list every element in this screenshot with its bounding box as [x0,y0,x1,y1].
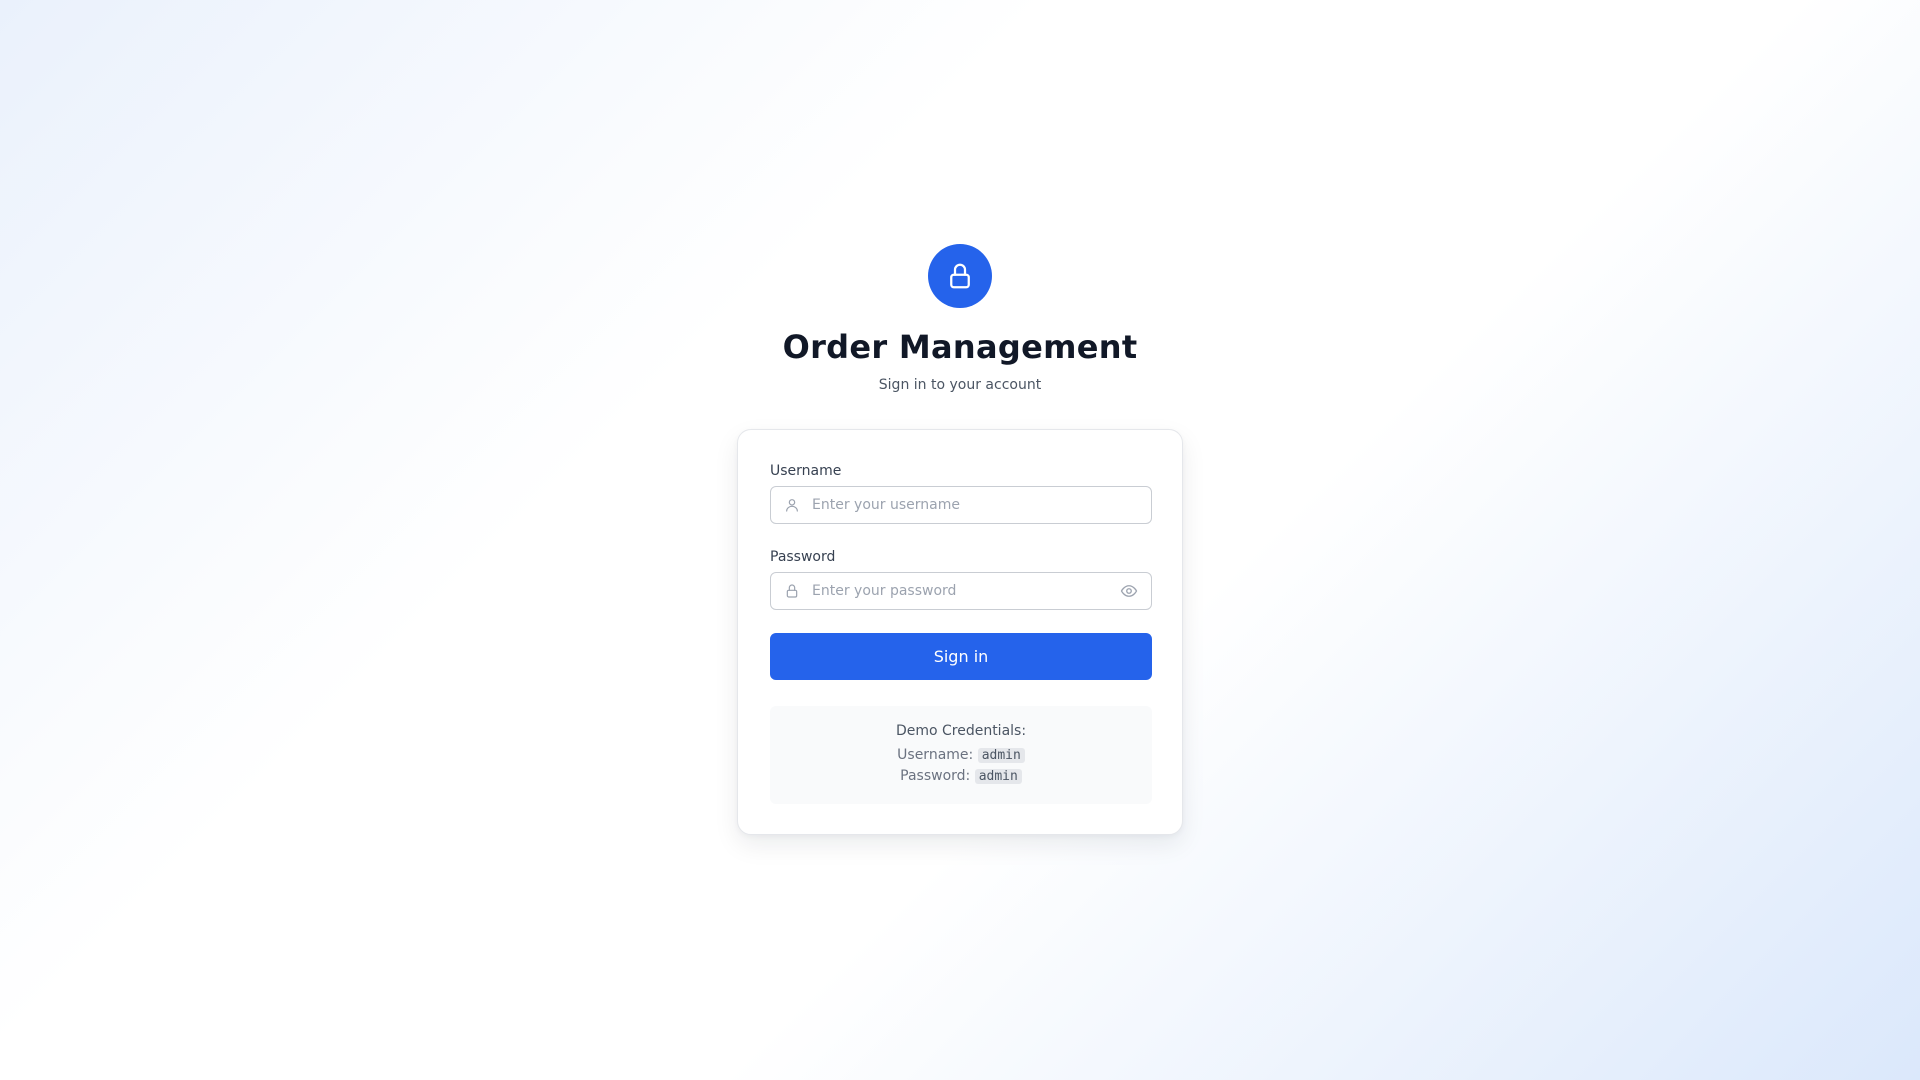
user-icon [784,497,800,513]
login-page: Order Management Sign in to your account… [0,0,1920,1080]
demo-username-value: admin [977,748,1025,763]
demo-username-line: Username: admin [770,747,1152,763]
demo-username-label: Username: [897,747,974,763]
username-field-wrapper[interactable] [770,486,1152,524]
lock-icon [950,263,970,289]
page-title: Order Management [782,328,1138,366]
eye-icon[interactable] [1119,581,1139,601]
demo-password-line: Password: admin [770,768,1152,784]
password-label: Password [770,549,836,565]
password-input[interactable] [812,573,1119,609]
username-input[interactable] [812,487,1151,523]
username-label: Username [770,463,842,479]
lock-icon [784,583,800,599]
page-subtitle: Sign in to your account [878,377,1042,393]
password-field-wrapper[interactable] [770,572,1152,610]
sign-in-button[interactable]: Sign in [770,633,1152,680]
demo-credentials-box: Demo Credentials: Username: admin Passwo… [770,706,1152,804]
demo-credentials-title: Demo Credentials: [895,723,1027,739]
demo-password-label: Password: [900,768,971,784]
login-card: Username Password [737,429,1183,835]
logo-lock-icon [928,244,992,308]
demo-password-value: admin [974,769,1022,784]
